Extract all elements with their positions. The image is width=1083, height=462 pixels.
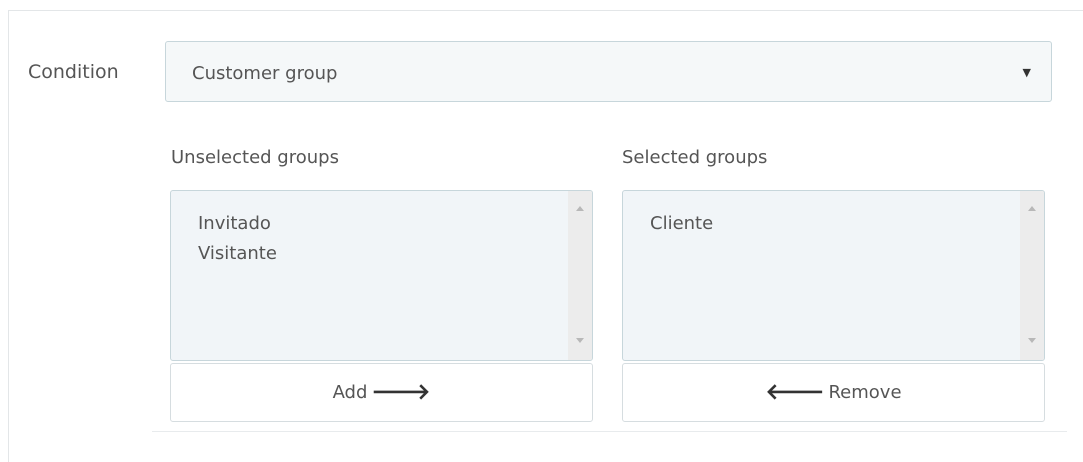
scroll-up-icon[interactable] [576, 206, 584, 211]
scroll-down-icon[interactable] [576, 338, 584, 343]
scroll-up-icon[interactable] [1028, 206, 1036, 211]
list-item-invitado[interactable]: Invitado [198, 209, 277, 239]
add-button-label: Add [332, 382, 368, 403]
add-button[interactable]: Add 🡒 [170, 363, 593, 422]
selected-groups-label: Selected groups [622, 147, 768, 168]
unselected-groups-label: Unselected groups [171, 147, 339, 168]
scroll-down-icon[interactable] [1028, 338, 1036, 343]
condition-label: Condition [28, 61, 119, 83]
remove-button[interactable]: 🡐 Remove [622, 363, 1045, 422]
list-item-visitante[interactable]: Visitante [198, 239, 277, 269]
arrow-right-icon: 🡒 [371, 379, 431, 405]
unselected-groups-list[interactable]: Invitado Visitante [170, 190, 593, 361]
condition-select-value: Customer group [192, 63, 338, 84]
arrow-left-icon: 🡐 [765, 379, 825, 405]
unselected-scrollbar[interactable] [568, 191, 592, 360]
dropdown-caret-icon: ▼ [1022, 66, 1031, 79]
selected-groups-list[interactable]: Cliente [622, 190, 1045, 361]
condition-select[interactable]: Customer group ▼ [165, 41, 1052, 102]
selected-scrollbar[interactable] [1020, 191, 1044, 360]
divider [152, 431, 1067, 432]
remove-button-label: Remove [828, 382, 902, 403]
list-item-cliente[interactable]: Cliente [650, 209, 713, 239]
